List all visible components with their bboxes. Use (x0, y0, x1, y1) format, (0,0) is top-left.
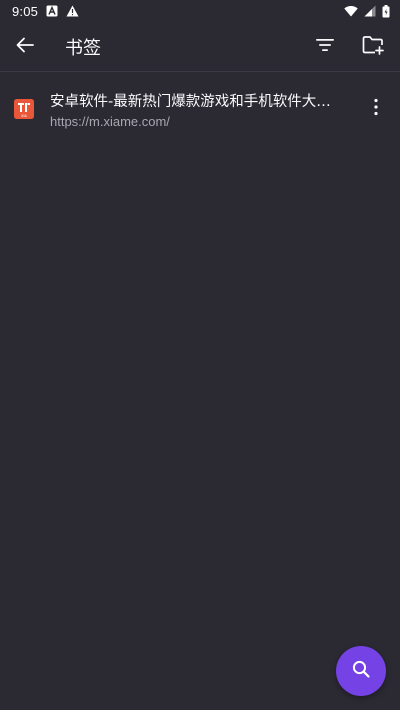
status-bar: 9:05 (0, 0, 400, 22)
more-vertical-icon (374, 98, 378, 120)
site-favicon-icon: XIA (14, 99, 34, 119)
warning-icon (66, 5, 79, 17)
back-button[interactable] (1, 23, 49, 71)
add-folder-button[interactable] (349, 23, 397, 71)
bookmark-text: 安卓软件-最新热门爆款游戏和手机软件大全-... https://m.xiame… (50, 90, 356, 129)
add-folder-icon (362, 35, 384, 59)
search-icon (351, 659, 371, 683)
bookmark-more-button[interactable] (356, 85, 396, 133)
toolbar-actions (301, 23, 397, 71)
arrow-left-icon (15, 35, 35, 59)
status-left: 9:05 (12, 4, 79, 19)
toolbar: 书签 (0, 22, 400, 72)
search-fab-button[interactable] (336, 646, 386, 696)
sort-button[interactable] (301, 23, 349, 71)
signal-icon (364, 5, 376, 17)
page-title: 书签 (65, 37, 101, 59)
bookmark-title: 安卓软件-最新热门爆款游戏和手机软件大全-... (50, 93, 342, 110)
bookmark-item[interactable]: XIA 安卓软件-最新热门爆款游戏和手机软件大全-... https://m.x… (0, 80, 400, 138)
sort-icon (315, 37, 335, 57)
favicon-label: XIA (21, 114, 27, 118)
wifi-icon (344, 5, 358, 17)
battery-icon (382, 4, 390, 18)
a-letter-icon (46, 5, 58, 17)
status-right (344, 4, 390, 18)
bookmark-list: XIA 安卓软件-最新热门爆款游戏和手机软件大全-... https://m.x… (0, 80, 400, 138)
status-time: 9:05 (12, 3, 39, 19)
bookmark-url: https://m.xiame.com/ (50, 113, 170, 129)
